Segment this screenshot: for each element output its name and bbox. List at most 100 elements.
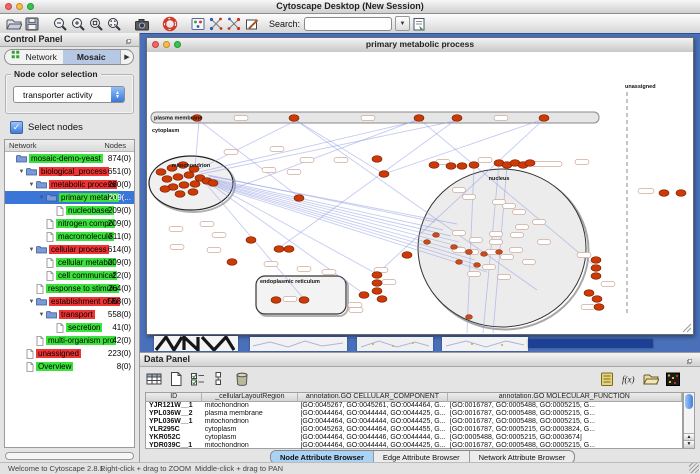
network-node[interactable] <box>162 176 172 183</box>
network-node[interactable] <box>274 246 284 253</box>
table-scrollbar[interactable]: ▲ ▼ <box>683 392 695 449</box>
search-options-icon[interactable] <box>410 15 428 32</box>
network-node[interactable] <box>289 115 299 122</box>
network-node[interactable] <box>592 296 602 303</box>
table-row[interactable]: YJR121W__1mitochondrion[GO:0045267, GO:0… <box>146 402 682 410</box>
network-node[interactable] <box>227 259 237 266</box>
table-row[interactable]: YDR039C__1mitochondrion[GO:0044464, GO:0… <box>146 442 682 450</box>
tab-overflow-arrow-icon[interactable]: ▶ <box>120 50 133 64</box>
function-builder-icon[interactable]: f(x) <box>619 370 638 388</box>
zoom-region-icon[interactable] <box>87 15 105 32</box>
vizmapper-icon[interactable] <box>189 15 207 32</box>
import-table-icon[interactable] <box>641 370 660 388</box>
table-row[interactable]: YPL036W__2plasma membrane[GO:0044464, GO… <box>146 410 682 418</box>
expander-icon[interactable]: ▼ <box>28 247 35 253</box>
network-node[interactable] <box>299 297 309 304</box>
expander-icon[interactable]: ▼ <box>28 182 35 188</box>
network-node[interactable] <box>372 156 382 163</box>
network-node[interactable] <box>208 180 218 187</box>
search-input[interactable] <box>304 17 392 31</box>
network-node[interactable] <box>591 265 601 272</box>
network-node[interactable] <box>372 280 382 287</box>
resize-grip[interactable] <box>689 463 699 473</box>
network-node[interactable] <box>271 297 281 304</box>
scrollbar-thumb[interactable] <box>685 394 693 409</box>
column-header[interactable]: _cellularLayoutRegion <box>202 393 298 402</box>
network-node[interactable] <box>452 115 462 122</box>
expander-icon[interactable]: ▼ <box>38 195 45 201</box>
tree-row-nitrogen-compo[interactable]: nitrogen compo209(0) <box>5 217 134 230</box>
network-node[interactable] <box>173 174 183 181</box>
tree-row-transport[interactable]: ▼transport558(0) <box>5 308 134 321</box>
network-node[interactable] <box>525 160 535 167</box>
network-node[interactable] <box>474 263 481 268</box>
delete-attribute-icon[interactable] <box>232 370 251 388</box>
expander-icon[interactable]: ▼ <box>28 299 35 305</box>
network-node[interactable] <box>466 250 473 255</box>
network-node[interactable] <box>359 292 369 299</box>
network-canvas[interactable]: plasma membranecytoplasmmitochondrionnuc… <box>147 52 693 334</box>
layout-a-icon[interactable] <box>207 15 225 32</box>
network-node[interactable] <box>294 195 304 202</box>
network-node[interactable] <box>539 115 549 122</box>
tree-row-mosaic-demo-yeast[interactable]: mosaic-demo-yeast874(0) <box>5 152 134 165</box>
network-node[interactable] <box>190 181 200 188</box>
table-mode-icon[interactable] <box>144 370 163 388</box>
network-node[interactable] <box>377 296 387 303</box>
column-header[interactable]: annotation.GO MOLECULAR_FUNCTION <box>448 393 682 402</box>
layout-b-icon[interactable] <box>225 15 243 32</box>
zoom-in-icon[interactable] <box>69 15 87 32</box>
matrix-view-icon[interactable] <box>663 370 682 388</box>
network-node[interactable] <box>481 252 488 257</box>
tree-row-response-to-stimulu[interactable]: response to stimulu264(0) <box>5 282 134 295</box>
network-node[interactable] <box>175 191 185 198</box>
tree-row-secretion[interactable]: secretion41(0) <box>5 321 134 334</box>
tree-row-cell-communicat[interactable]: cell communicat22(0) <box>5 269 134 282</box>
network-node[interactable] <box>372 288 382 295</box>
help-ring-icon[interactable] <box>161 15 179 32</box>
tab-mosaic[interactable]: Mosaic <box>63 50 121 64</box>
tree-row-unassigned[interactable]: unassigned223(0) <box>5 347 134 360</box>
open-icon[interactable] <box>5 15 23 32</box>
network-node[interactable] <box>591 273 601 280</box>
network-node[interactable] <box>676 190 686 197</box>
search-dropdown-arrow-icon[interactable]: ▼ <box>395 16 410 31</box>
network-node[interactable] <box>184 172 194 179</box>
tree-row-multi-organism-pro[interactable]: multi-organism pro42(0) <box>5 334 134 347</box>
expander-icon[interactable]: ▼ <box>38 312 45 318</box>
network-node[interactable] <box>469 162 479 169</box>
network-node[interactable] <box>372 272 382 279</box>
network-node[interactable] <box>451 245 458 250</box>
network-view-window[interactable]: primary metabolic process plasma membran… <box>146 37 694 335</box>
tree-row-overview[interactable]: Overview8(0) <box>5 360 134 373</box>
network-node[interactable] <box>160 186 170 193</box>
tree-row-metabolic-process[interactable]: ▼metabolic process280(0) <box>5 178 134 191</box>
network-node[interactable] <box>591 257 601 264</box>
tree-row-nucleobase-[interactable]: nucleobase-209(0) <box>5 204 134 217</box>
tree-row-biological-process[interactable]: ▼biological_process651(0) <box>5 165 134 178</box>
select-attributes-icon[interactable] <box>188 370 207 388</box>
network-node[interactable] <box>429 162 439 169</box>
table-row[interactable]: YLR295Ccytoplasm[GO:0045263, GO:0044464,… <box>146 426 682 434</box>
tree-row-cellular-metabol[interactable]: cellular metabol209(0) <box>5 256 134 269</box>
new-attribute-icon[interactable] <box>166 370 185 388</box>
network-node[interactable] <box>379 171 389 178</box>
select-mode-icon[interactable] <box>243 15 261 32</box>
select-nodes-checkbox[interactable]: ✓ <box>10 121 23 134</box>
tree-row-macromolecule[interactable]: macromolecule311(0) <box>5 230 134 243</box>
save-icon[interactable] <box>23 15 41 32</box>
network-node[interactable] <box>466 315 473 320</box>
network-node[interactable] <box>156 169 166 176</box>
column-header[interactable]: ID <box>146 393 202 402</box>
network-node[interactable] <box>457 163 467 170</box>
network-node[interactable] <box>446 163 456 170</box>
expander-icon[interactable]: ▼ <box>18 169 25 175</box>
table-row[interactable]: YPL036W__1mitochondrion[GO:0044464, GO:0… <box>146 418 682 426</box>
network-node[interactable] <box>246 237 256 244</box>
tree-row-cellular-process[interactable]: ▼cellular process614(0) <box>5 243 134 256</box>
network-node[interactable] <box>284 246 294 253</box>
attribute-batch-icon[interactable] <box>597 370 616 388</box>
scroll-down-icon[interactable]: ▼ <box>684 440 694 448</box>
network-node[interactable] <box>414 115 424 122</box>
tab-network[interactable]: Network <box>5 50 63 64</box>
